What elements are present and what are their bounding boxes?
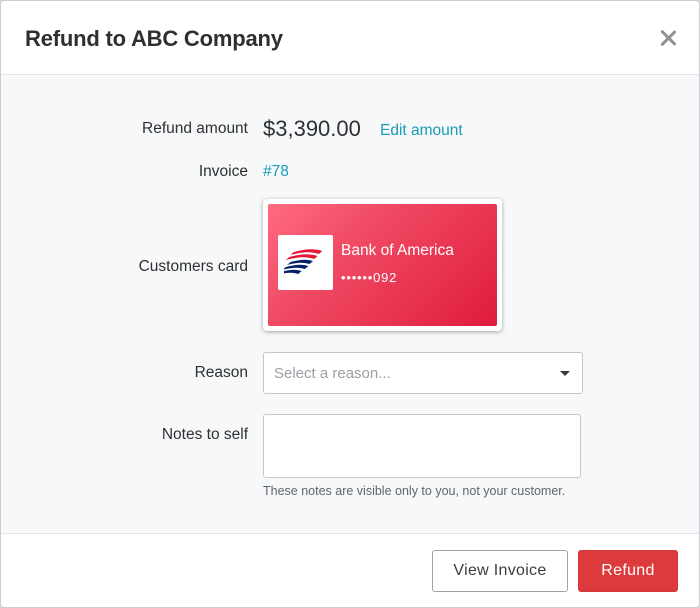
notes-label: Notes to self xyxy=(161,426,248,443)
modal-title: Refund to ABC Company xyxy=(25,26,283,51)
card-face: Bank of America ••••••092 xyxy=(268,204,497,326)
card-number: ••••••092 xyxy=(341,270,398,285)
reason-select-placeholder: Select a reason... xyxy=(274,365,391,382)
modal-header: Refund to ABC Company xyxy=(1,1,699,75)
customer-card[interactable]: Bank of America ••••••092 xyxy=(263,199,502,331)
close-icon[interactable] xyxy=(657,27,679,49)
notes-textarea[interactable] xyxy=(263,414,581,478)
reason-label: Reason xyxy=(194,364,248,381)
notes-helper-text: These notes are visible only to you, not… xyxy=(263,484,566,498)
modal-footer: View Invoice Refund xyxy=(1,533,699,607)
invoice-label: Invoice xyxy=(198,163,248,180)
reason-select[interactable]: Select a reason... xyxy=(263,352,583,394)
invoice-link[interactable]: #78 xyxy=(263,163,289,181)
refund-modal: Refund to ABC Company Refund amount $3,3… xyxy=(0,0,700,608)
bank-name: Bank of America xyxy=(341,242,454,259)
chevron-down-icon xyxy=(560,371,570,376)
bank-of-america-logo-icon xyxy=(278,235,333,290)
edit-amount-link[interactable]: Edit amount xyxy=(380,122,463,140)
view-invoice-button[interactable]: View Invoice xyxy=(432,550,568,592)
customers-card-label: Customers card xyxy=(138,258,248,275)
refund-button[interactable]: Refund xyxy=(578,550,678,592)
refund-amount-label: Refund amount xyxy=(142,120,248,137)
refund-amount-value: $3,390.00 xyxy=(263,116,361,141)
